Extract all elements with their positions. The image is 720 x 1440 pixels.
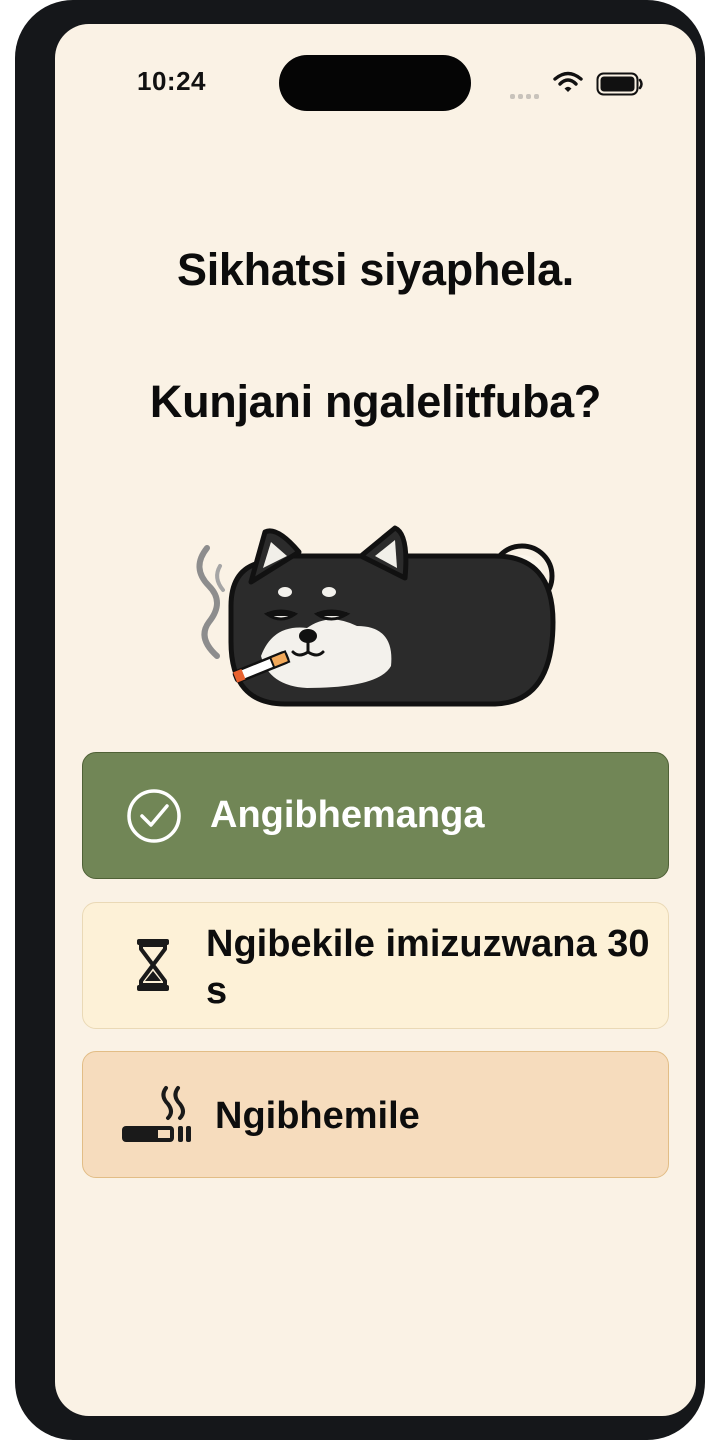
prompt-question: Kunjani ngalelitfuba? — [149, 376, 602, 427]
check-circle-icon — [127, 789, 181, 843]
option-waited-30s[interactable]: Ngibekile imizuzwana 30 s — [82, 902, 669, 1029]
prompt-title: Sikhatsi siyaphela. — [177, 244, 574, 295]
wifi-icon — [553, 71, 583, 92]
phone-frame: 10:24 Sikhatsi siyaphela. Kunjani ngalel… — [15, 0, 705, 1440]
hourglass-icon — [137, 939, 169, 991]
option-label: Ngibekile imizuzwana 30 s — [206, 923, 650, 1012]
dynamic-island — [279, 55, 471, 111]
status-time: 10:24 — [137, 66, 206, 96]
option-did-not-smoke[interactable]: Angibhemanga — [82, 752, 669, 879]
option-label: Angibhemanga — [210, 794, 485, 836]
option-label: Ngibhemile — [215, 1095, 420, 1137]
smoking-dog-mascot — [196, 525, 556, 707]
app-screen: 10:24 Sikhatsi siyaphela. Kunjani ngalel… — [55, 24, 696, 1416]
battery-icon — [596, 72, 643, 96]
cellular-signal-icon — [510, 86, 544, 99]
cigarette-smoke-icon — [122, 1086, 191, 1142]
option-smoked[interactable]: Ngibhemile — [82, 1051, 669, 1178]
